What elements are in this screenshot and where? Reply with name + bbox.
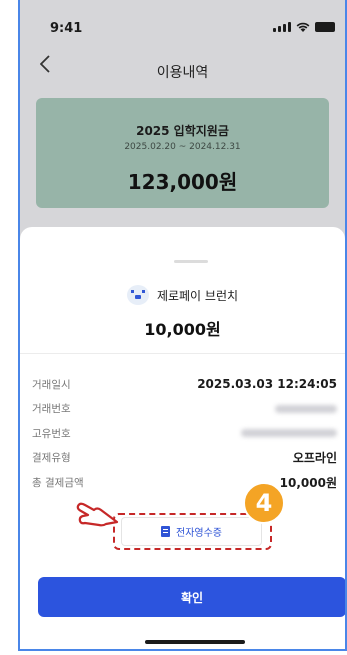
e-receipt-button[interactable]: 전자영수증	[121, 517, 262, 546]
pointing-hand-icon	[76, 502, 119, 527]
status-icons	[273, 22, 335, 32]
detail-label: 결제유형	[32, 452, 71, 465]
wifi-icon	[296, 22, 310, 32]
detail-label: 거래번호	[32, 403, 71, 416]
divider	[20, 353, 345, 354]
merchant-row: 제로페이 브런치	[20, 285, 345, 305]
signal-icon	[273, 22, 291, 32]
document-icon	[161, 526, 170, 537]
redacted-value	[275, 404, 337, 413]
detail-value: 10,000원	[279, 475, 337, 490]
detail-label: 거래일시	[32, 378, 71, 391]
detail-label: 고유번호	[32, 427, 71, 440]
merchant-name: 제로페이 브런치	[156, 288, 239, 303]
redacted-value	[241, 429, 337, 438]
step-number-badge: 4	[243, 482, 285, 524]
detail-value: 오프라인	[292, 451, 337, 466]
grant-title: 2025 입학지원금	[136, 124, 229, 138]
phone-frame: 9:41 이용내역 2025 입학지원금 2025.02.20 ~ 2024.1…	[18, 0, 347, 651]
status-time: 9:41	[50, 21, 83, 36]
grant-amount: 123,000원	[127, 170, 238, 194]
detail-row-datetime: 거래일시 2025.03.03 12:24:05	[32, 372, 337, 397]
battery-icon	[315, 22, 335, 32]
e-receipt-label: 전자영수증	[176, 528, 222, 539]
detail-row-payment-type: 결제유형 오프라인	[32, 446, 337, 471]
detail-row-total-amount: 총 결제금액 10,000원	[32, 470, 337, 495]
sheet-grabber[interactable]	[174, 260, 208, 263]
zeropay-logo-icon	[126, 285, 149, 305]
confirm-button[interactable]: 확인	[38, 577, 345, 617]
status-bar: 9:41	[20, 0, 345, 46]
transaction-amount: 10,000원	[144, 320, 221, 339]
home-indicator	[145, 640, 245, 644]
detail-row-unique-number: 고유번호	[32, 421, 337, 446]
app-header: 이용내역	[20, 46, 345, 96]
transaction-details: 거래일시 2025.03.03 12:24:05 거래번호 고유번호 결제유형 …	[32, 372, 337, 495]
detail-value: 2025.03.03 12:24:05	[197, 377, 337, 392]
grant-card[interactable]: 2025 입학지원금 2025.02.20 ~ 2024.12.31 123,0…	[36, 98, 329, 208]
detail-label: 총 결제금액	[32, 476, 84, 489]
detail-row-transaction-number: 거래번호	[32, 397, 337, 422]
grant-period: 2025.02.20 ~ 2024.12.31	[124, 142, 241, 152]
page-title: 이용내역	[156, 65, 209, 81]
